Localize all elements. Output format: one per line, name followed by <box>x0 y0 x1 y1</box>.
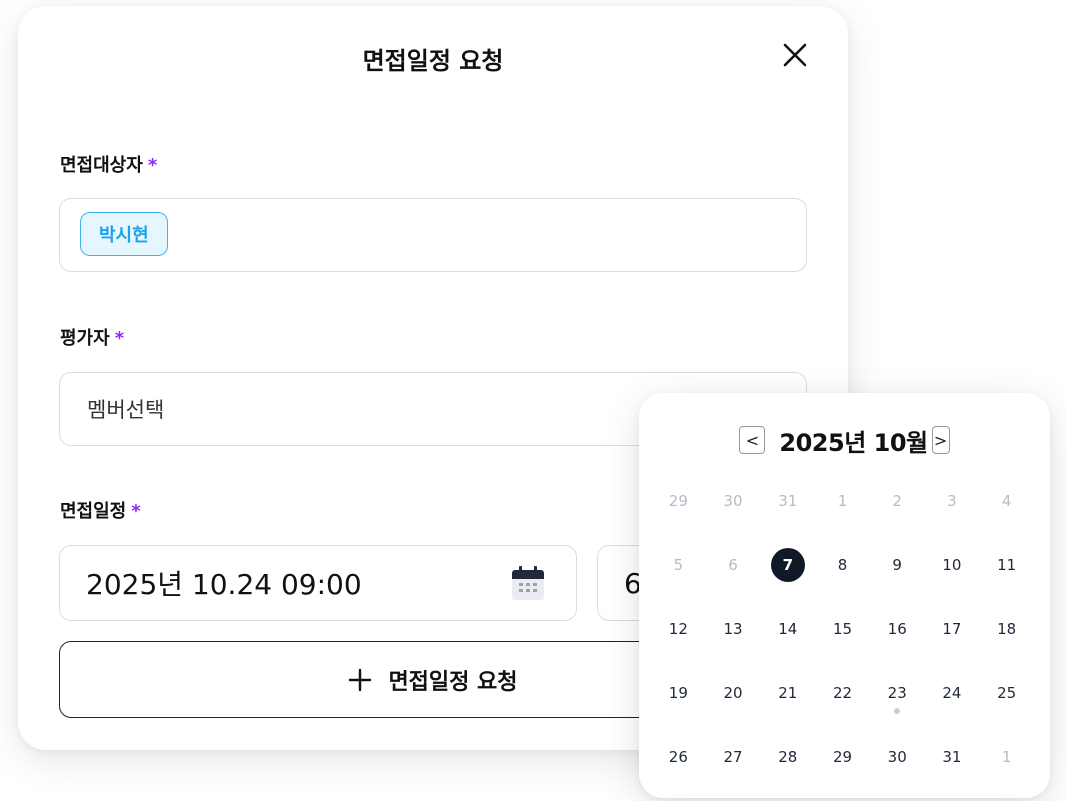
calendar-day[interactable]: 2 <box>870 469 925 533</box>
calendar-day-label: 25 <box>997 684 1017 702</box>
calendar-day[interactable]: 13 <box>706 597 761 661</box>
calendar-day[interactable]: 22 <box>815 661 870 725</box>
calendar-day[interactable]: 3 <box>925 469 980 533</box>
calendar-day-label: 30 <box>887 748 907 766</box>
calendar-day[interactable]: 28 <box>760 725 815 789</box>
calendar-grid: 29 30 31 1 2 3 4 5 6 7 8 9 10 11 12 13 14 15 16 17 18 19 20 21 2… <box>651 469 1034 789</box>
calendar-day-label: 27 <box>723 748 743 766</box>
calendar-day[interactable]: 6 <box>706 533 761 597</box>
calendar-day-label: 17 <box>942 620 962 638</box>
calendar-day[interactable]: 8 <box>815 533 870 597</box>
calendar-day[interactable]: 15 <box>815 597 870 661</box>
calendar-day-label: 19 <box>668 684 688 702</box>
calendar-day-label: 21 <box>778 684 798 702</box>
calendar-day-label: 22 <box>832 684 853 702</box>
calendar-day[interactable]: 26 <box>651 725 706 789</box>
calendar-day-label: 20 <box>723 684 743 702</box>
calendar-day-label: 6 <box>728 556 738 574</box>
calendar-day[interactable]: 1 <box>815 469 870 533</box>
calendar-day-label: 29 <box>668 492 688 510</box>
calendar-day[interactable]: 5 <box>651 533 706 597</box>
calendar-day[interactable]: 20 <box>706 661 761 725</box>
calendar-day-label: 23 <box>887 684 907 702</box>
calendar-day-label: 3 <box>947 492 957 510</box>
calendar-day[interactable]: 10 <box>925 533 980 597</box>
schedule-label: 면접일정 * <box>60 501 141 522</box>
candidate-chip[interactable]: 박시현 <box>80 212 168 256</box>
calendar-day[interactable]: 14 <box>760 597 815 661</box>
calendar-icon <box>512 566 544 600</box>
candidate-field[interactable]: 박시현 <box>59 198 807 272</box>
calendar-button[interactable] <box>508 566 548 602</box>
next-month-button[interactable]: > <box>931 426 950 454</box>
required-mark: * <box>147 155 158 176</box>
chevron-left-icon: < <box>745 430 760 450</box>
calendar-day-selected[interactable]: 7 <box>760 533 815 597</box>
calendar-day[interactable]: 11 <box>979 533 1034 597</box>
calendar-day[interactable]: 21 <box>760 661 815 725</box>
required-mark: * <box>114 328 125 349</box>
required-mark: * <box>131 501 141 522</box>
calendar-day-label: 18 <box>997 620 1017 638</box>
chevron-right-icon: > <box>933 430 948 450</box>
calendar-day[interactable]: 30 <box>706 469 761 533</box>
calendar-day[interactable]: 4 <box>979 469 1034 533</box>
modal-title: 면접일정 요청 <box>362 47 504 75</box>
calendar-day-label: 5 <box>673 556 684 574</box>
calendar-month-title: 2025년 10월 <box>779 428 928 457</box>
calendar-day-label: 9 <box>892 556 902 574</box>
calendar-day-label: 15 <box>832 620 853 638</box>
calendar-day-label: 12 <box>668 620 688 638</box>
calendar-day-label: 11 <box>997 556 1017 574</box>
calendar-day[interactable]: 23 <box>870 661 925 725</box>
close-button[interactable] <box>778 38 812 72</box>
calendar-day-label: 30 <box>723 492 743 510</box>
calendar-day-label: 28 <box>778 748 798 766</box>
calendar-day-label: 7 <box>770 548 805 582</box>
calendar-day[interactable]: 12 <box>651 597 706 661</box>
calendar-day[interactable]: 1 <box>979 725 1034 789</box>
calendar-day-label: 1 <box>837 492 848 510</box>
calendar-day[interactable]: 31 <box>925 725 980 789</box>
calendar-day[interactable]: 17 <box>925 597 980 661</box>
evaluator-label: 평가자 * <box>60 328 125 349</box>
event-dot <box>894 708 901 714</box>
calendar-day-label: 4 <box>1001 492 1012 510</box>
calendar-day[interactable]: 19 <box>651 661 706 725</box>
calendar-day-label: 26 <box>668 748 688 766</box>
calendar-day-label: 1 <box>1001 748 1012 766</box>
calendar-day[interactable]: 24 <box>925 661 980 725</box>
calendar-day[interactable]: 25 <box>979 661 1034 725</box>
calendar-day[interactable]: 16 <box>870 597 925 661</box>
calendar-day-label: 29 <box>832 748 853 766</box>
calendar-day-label: 14 <box>778 620 798 638</box>
calendar-day-label: 8 <box>837 556 848 574</box>
calendar-day-label: 10 <box>942 556 962 574</box>
calendar-day-label: 13 <box>723 620 743 638</box>
calendar-day[interactable]: 29 <box>651 469 706 533</box>
datetime-value: 2025년 10.24 09:00 <box>86 568 362 601</box>
prev-month-button[interactable]: < <box>739 426 766 454</box>
calendar-header: < 2025년 10월 > <box>639 423 1050 457</box>
calendar-day[interactable]: 31 <box>760 469 815 533</box>
datetime-input[interactable]: 2025년 10.24 09:00 <box>59 545 577 621</box>
evaluator-placeholder: 멤버선택 <box>87 398 165 422</box>
calendar-day[interactable]: 9 <box>870 533 925 597</box>
add-schedule-label: 면접일정 요청 <box>388 669 518 695</box>
calendar-day[interactable]: 27 <box>706 725 761 789</box>
calendar-day-label: 24 <box>942 684 962 702</box>
calendar-day[interactable]: 30 <box>870 725 925 789</box>
close-icon <box>783 43 807 67</box>
calendar-day-label: 31 <box>942 748 962 766</box>
calendar-day[interactable]: 18 <box>979 597 1034 661</box>
date-picker-popup: < 2025년 10월 > 29 30 31 1 2 3 4 5 6 7 8 9 10 11 12 13 14 1… <box>639 393 1050 798</box>
plus-icon <box>349 668 372 691</box>
calendar-day-label: 16 <box>887 620 907 638</box>
calendar-day-label: 31 <box>778 492 798 510</box>
calendar-day-label: 2 <box>892 492 902 510</box>
candidate-label: 면접대상자 * <box>60 155 158 176</box>
calendar-day[interactable]: 29 <box>815 725 870 789</box>
